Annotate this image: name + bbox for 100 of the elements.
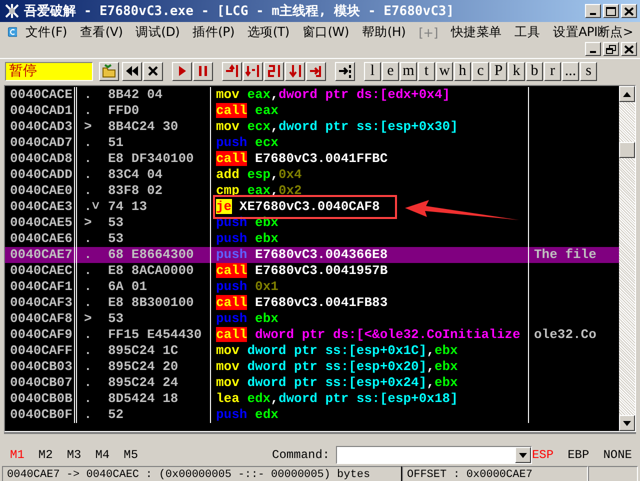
window-title: 吾爱破解 - E7680vC3.exe - [LCG - m主线程, 模块 - E7680vC3]: [24, 2, 456, 20]
jump-mark: .: [83, 295, 93, 311]
hex-cell: FF15 E454430: [108, 327, 202, 343]
window-button[interactable]: s: [580, 62, 597, 80]
disassembly-cell: push ebx: [216, 231, 278, 246]
hex-cell: 53: [108, 231, 124, 247]
scroll-down-button[interactable]: [619, 415, 635, 431]
scrollbar-thumb[interactable]: [619, 142, 635, 158]
goto-button[interactable]: [335, 62, 355, 80]
menu-item[interactable]: 文件(F): [19, 24, 74, 40]
jump-mark: >: [83, 119, 93, 135]
address-cell: 0040CAEC: [5, 263, 77, 279]
memory-tab[interactable]: M5: [124, 448, 138, 462]
window-button[interactable]: w: [436, 62, 453, 80]
menu-item[interactable]: 插件(P): [186, 24, 242, 40]
hex-cell: 895C24 24: [108, 375, 178, 391]
stack-button[interactable]: NONE: [603, 448, 632, 462]
down-arrow-icon: [623, 420, 631, 426]
window-button[interactable]: c: [472, 62, 489, 80]
pause-button[interactable]: [193, 62, 213, 80]
window-button[interactable]: P: [490, 62, 507, 80]
menu-item[interactable]: 窗口(W): [296, 24, 356, 40]
menu-item[interactable]: 查看(V): [74, 24, 130, 40]
scroll-up-button[interactable]: [619, 86, 635, 102]
jump-mark: >: [83, 311, 93, 327]
address-cell: 0040CAD8: [5, 151, 77, 167]
command-label: Command:: [272, 448, 330, 462]
jump-mark: .: [83, 343, 93, 359]
window-button[interactable]: ...: [562, 62, 579, 80]
window-button[interactable]: r: [544, 62, 561, 80]
step-over-icon: [245, 63, 261, 79]
trace-into-button[interactable]: [264, 62, 284, 80]
minimize-icon: [590, 51, 596, 53]
memory-tab[interactable]: M2: [38, 448, 53, 462]
hex-cell: 68 E8664300: [108, 247, 194, 263]
up-arrow-icon: [623, 92, 631, 96]
window-button[interactable]: l: [364, 62, 381, 80]
play-button[interactable]: [172, 62, 192, 80]
disassembly-cell: mov dword ptr ss:[esp+0x20],ebx: [216, 359, 458, 374]
minimize-button[interactable]: [585, 4, 601, 18]
close-button[interactable]: [143, 62, 163, 80]
close-button[interactable]: [621, 4, 637, 18]
disassembly-cell: call eax: [216, 103, 278, 118]
window-button[interactable]: h: [454, 62, 471, 80]
stack-button[interactable]: EBP: [568, 448, 590, 462]
hex-cell: 8D5424 18: [108, 391, 178, 407]
jump-mark: .: [83, 167, 93, 183]
hex-cell: E8 DF340100: [108, 151, 194, 167]
c-logo-icon[interactable]: [8, 24, 18, 40]
jump-mark: .: [83, 247, 93, 263]
rewind-icon: [124, 63, 140, 79]
return-button[interactable]: [306, 62, 326, 80]
hex-cell: 52: [108, 407, 124, 423]
jump-mark: .: [83, 103, 93, 119]
hex-cell: 51: [108, 135, 124, 151]
restore-icon: [606, 44, 616, 54]
hex-cell: 8B4C24 30: [108, 119, 178, 135]
command-field[interactable]: [336, 446, 532, 464]
menu-item[interactable]: 调试(D): [130, 24, 187, 40]
jump-mark: .: [83, 279, 93, 295]
jump-mark: .: [83, 87, 93, 103]
address-cell: 0040CAD1: [5, 103, 77, 119]
window-button[interactable]: b: [526, 62, 543, 80]
step-into-button[interactable]: [222, 62, 242, 80]
disassembly-cell: push ebx: [216, 215, 278, 230]
memory-tab[interactable]: M4: [95, 448, 110, 462]
caret-icon: [518, 452, 527, 458]
window-button[interactable]: m: [400, 62, 417, 80]
menu-item[interactable]: 帮助(H): [356, 24, 413, 40]
menu-item[interactable]: 工具: [508, 24, 548, 40]
restore-button[interactable]: [603, 42, 619, 56]
memory-tab[interactable]: M3: [66, 448, 82, 462]
menu-item[interactable]: 选项(T): [241, 24, 296, 40]
minimize-button[interactable]: [585, 42, 601, 56]
hex-cell: 895C24 1C: [108, 343, 178, 359]
disassembly-cell: lea edx,dword ptr ss:[esp+0x18]: [216, 391, 458, 406]
trace-over-button[interactable]: [285, 62, 305, 80]
window-button[interactable]: e: [382, 62, 399, 80]
address-cell: 0040CAE3: [5, 199, 77, 215]
maximize-icon: [606, 6, 616, 16]
menu-item[interactable]: 设置API断点>: [547, 24, 640, 40]
rewind-button[interactable]: [122, 62, 142, 80]
step-over-button[interactable]: [243, 62, 263, 80]
open-folder-button[interactable]: [99, 62, 119, 80]
jump-mark: .: [83, 135, 93, 151]
address-cell: 0040CB0B: [5, 391, 77, 407]
menu-item[interactable]: 快捷菜单: [444, 24, 509, 40]
jump-mark: .: [83, 151, 93, 167]
maximize-button[interactable]: [603, 4, 619, 18]
dropdown-button[interactable]: [514, 447, 531, 463]
hex-cell: 895C24 20: [108, 359, 178, 375]
address-cell: 0040CB03: [5, 359, 77, 375]
close-button[interactable]: [621, 42, 637, 56]
selected-row[interactable]: 0040CAE7 . 68 E8664300 push E7680vC3.004366E8 The file: [5, 247, 619, 263]
close-icon: [624, 44, 634, 54]
disassembly-cell: add esp,0x4: [216, 167, 302, 182]
window-button[interactable]: k: [508, 62, 525, 80]
window-button[interactable]: t: [418, 62, 435, 80]
disassembly-cell: push edx: [216, 407, 278, 422]
disassembly-cell: push ecx: [216, 135, 278, 150]
